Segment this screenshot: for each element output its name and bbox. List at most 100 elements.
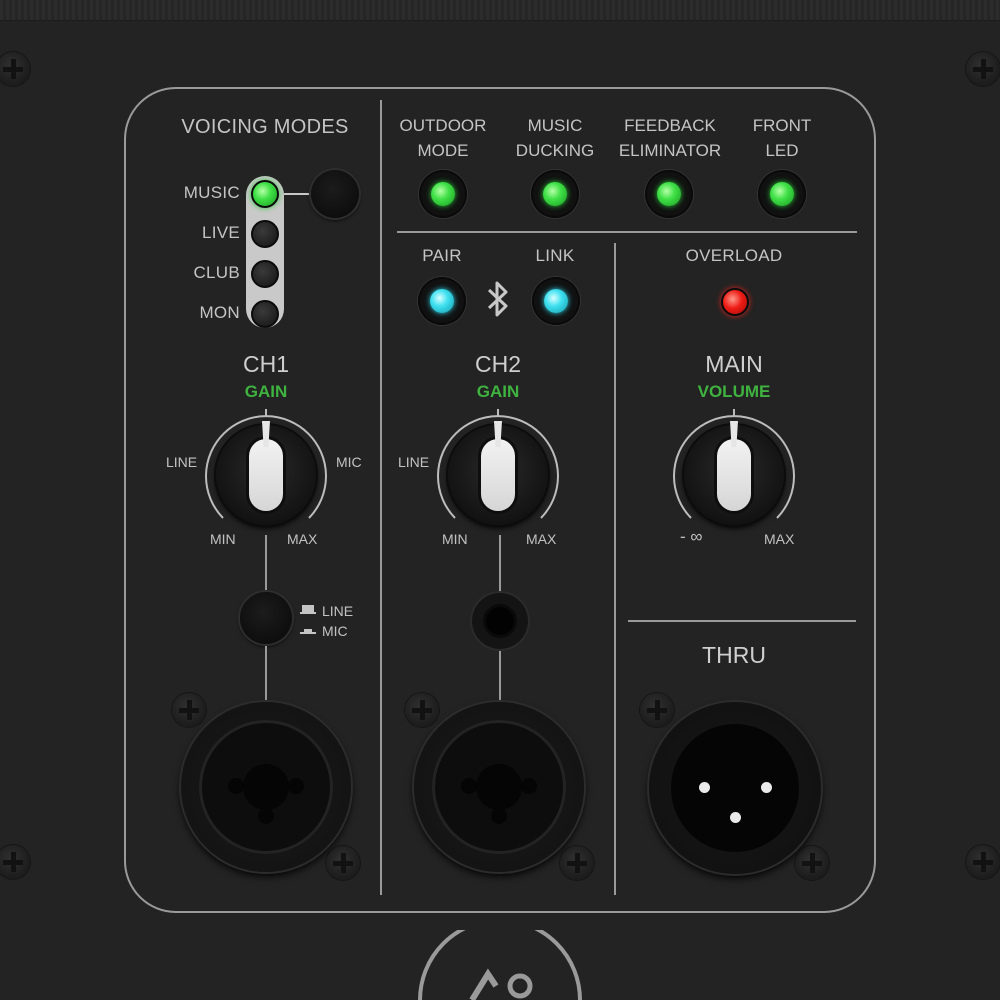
outdoor-mode-button[interactable] [419,170,467,218]
corner-screw [966,52,1000,86]
ch1-line-mic-switch[interactable] [240,592,292,644]
voicing-connector [284,193,312,195]
music-ducking-button[interactable] [531,170,579,218]
screw [172,693,206,727]
ch1-line-label: LINE [166,454,198,470]
ch1-gain-knob[interactable] [216,421,316,525]
label-line: DUCKING [515,141,595,160]
ch2-line-label: LINE [398,454,430,470]
xlr-pin [699,782,710,793]
led-green [543,182,567,206]
switch-line-label: LINE [322,603,354,619]
thru-title: THRU [702,642,766,668]
front-led-button[interactable] [758,170,806,218]
divider [628,620,856,622]
voicing-led-club [251,260,279,288]
feedback-eliminator-button[interactable] [645,170,693,218]
feedback-eliminator-label: FEEDBACK ELIMINATOR [608,113,732,163]
voicing-mode-label: MON [199,303,240,322]
music-ducking-label: MUSIC DUCKING [500,113,610,163]
ch1-title: CH1 [242,351,289,377]
main-max-label: MAX [764,531,795,547]
screw [795,846,829,880]
ch1-gain-label: GAIN [244,382,288,401]
bluetooth-icon [487,281,508,317]
voicing-mode-button[interactable] [311,170,359,218]
screw [405,693,439,727]
jack-hole [486,607,514,635]
label-line: FRONT [752,116,812,135]
outdoor-mode-label: OUTDOOR MODE [388,113,498,163]
screw [640,693,674,727]
knob-pointer [717,439,751,511]
pair-label: PAIR [422,246,462,265]
front-led-label: FRONT LED [732,113,832,163]
jack-hole [476,764,522,810]
voicing-mode-label: CLUB [193,263,240,282]
jack-hole [491,808,507,824]
link-button[interactable] [532,277,580,325]
pair-button[interactable] [418,277,466,325]
led-green [431,182,455,206]
jack-hole [228,778,244,794]
screw [560,846,594,880]
voicing-mode-label: LIVE [201,223,240,242]
switch-mic-label: MIC [322,623,348,639]
voicing-led-mon [251,300,279,328]
divider [614,243,616,895]
label-line: FEEDBACK [624,116,716,135]
ch1-combo-input-jack[interactable] [181,702,351,872]
ch1-connector [265,535,267,590]
label-line: OUTDOOR [399,116,487,135]
ch1-max-label: MAX [287,531,318,547]
ch2-combo-input-jack[interactable] [414,702,584,872]
knob-pointer [249,439,283,511]
switch-up-icon [300,612,316,614]
led-green [657,182,681,206]
jack-hole [243,764,289,810]
xlr-pin [730,812,741,823]
voicing-led-live [251,220,279,248]
ch2-max-label: MAX [526,531,557,547]
divider [380,100,382,895]
link-label: LINK [535,246,575,265]
jack-hole [258,808,274,824]
thru-xlr-output[interactable] [649,702,821,874]
ch2-min-label: MIN [442,531,468,547]
label-line: MUSIC [527,116,583,135]
main-min-label: - ∞ [680,527,703,546]
ch2-input-jack[interactable] [472,593,528,649]
switch-down-icon [300,632,316,634]
overload-label: OVERLOAD [685,246,783,265]
ch2-connector [499,651,501,701]
jack-socket [199,720,333,854]
ch1-switch-legend: LINE MIC [300,602,370,642]
ch1-mic-label: MIC [336,454,362,470]
corner-screw [966,845,1000,879]
voicing-mode-label: MUSIC [183,183,240,202]
led-cyan [430,289,454,313]
ch1-connector [265,646,267,702]
brand-logo [418,930,582,1000]
label-line: MODE [417,141,469,160]
ch2-gain-knob[interactable] [448,421,548,525]
main-volume-label: VOLUME [697,382,771,401]
top-edge [0,0,1000,21]
voicing-led-music [251,180,279,208]
ch2-connector [499,535,501,593]
jack-socket [432,720,566,854]
xlr-socket [671,724,799,852]
ch2-gain-label: GAIN [476,382,520,401]
label-line: LED [765,141,799,160]
xlr-pin [761,782,772,793]
led-green [770,182,794,206]
overload-led [721,288,749,316]
main-volume-knob[interactable] [684,421,784,525]
corner-screw [0,845,30,879]
main-title: MAIN [705,351,763,377]
jack-hole [461,778,477,794]
jack-hole [288,778,304,794]
ch1-min-label: MIN [210,531,236,547]
corner-screw [0,52,30,86]
led-cyan [544,289,568,313]
